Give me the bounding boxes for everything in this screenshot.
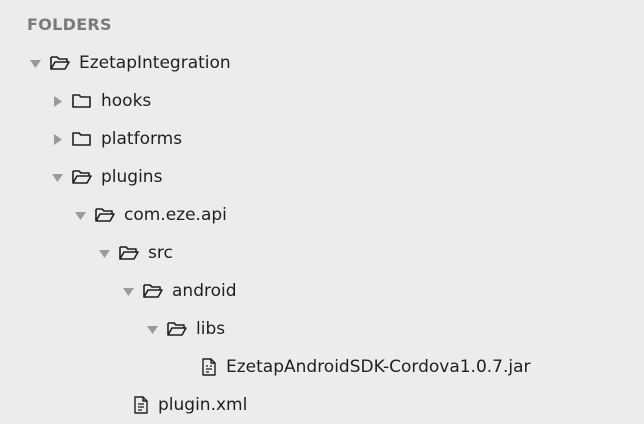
folder-open-icon <box>142 282 164 300</box>
tree-item-label: EzetapAndroidSDK-Cordova1.0.7.jar <box>226 357 531 377</box>
triangle-down-icon[interactable] <box>49 169 65 185</box>
triangle-down-icon[interactable] <box>96 245 112 261</box>
folder-icon <box>71 92 93 110</box>
tree-item-android[interactable]: android <box>0 272 644 310</box>
sidebar-panel: FOLDERS EzetapIntegration hooks platform… <box>0 0 644 424</box>
folder-open-icon <box>49 54 71 72</box>
tree-item-label: platforms <box>101 129 183 149</box>
triangle-down-icon[interactable] <box>27 55 43 71</box>
tree-item-plugin-xml[interactable]: plugin.xml <box>0 386 644 424</box>
tree-item-label: android <box>172 281 237 301</box>
tree-item-label: hooks <box>101 91 152 111</box>
triangle-down-icon[interactable] <box>72 207 88 223</box>
file-icon <box>200 358 218 376</box>
triangle-down-icon[interactable] <box>144 321 160 337</box>
folder-open-icon <box>94 206 116 224</box>
tree-item-label: libs <box>196 319 226 339</box>
tree-item-com-eze-api[interactable]: com.eze.api <box>0 196 644 234</box>
tree-item-ezetap-sdk-jar[interactable]: EzetapAndroidSDK-Cordova1.0.7.jar <box>0 348 644 386</box>
tree-item-label: plugins <box>101 167 163 187</box>
triangle-right-icon[interactable] <box>49 93 65 109</box>
folder-icon <box>71 130 93 148</box>
tree-item-label: EzetapIntegration <box>79 53 231 73</box>
tree-item-label: com.eze.api <box>124 205 227 225</box>
file-icon <box>132 396 150 414</box>
folder-open-icon <box>71 168 93 186</box>
tree-item-libs[interactable]: libs <box>0 310 644 348</box>
tree-item-label: src <box>148 243 173 263</box>
tree-item-platforms[interactable]: platforms <box>0 120 644 158</box>
folder-open-icon <box>118 244 140 262</box>
tree-item-label: plugin.xml <box>158 395 248 415</box>
triangle-right-icon[interactable] <box>49 131 65 147</box>
tree-item-ezetapintegration[interactable]: EzetapIntegration <box>0 44 644 82</box>
folder-open-icon <box>166 320 188 338</box>
folder-tree: EzetapIntegration hooks platforms plugin… <box>0 44 644 424</box>
tree-item-src[interactable]: src <box>0 234 644 272</box>
triangle-down-icon[interactable] <box>120 283 136 299</box>
tree-item-hooks[interactable]: hooks <box>0 82 644 120</box>
sidebar-header: FOLDERS <box>27 15 112 34</box>
tree-item-plugins[interactable]: plugins <box>0 158 644 196</box>
